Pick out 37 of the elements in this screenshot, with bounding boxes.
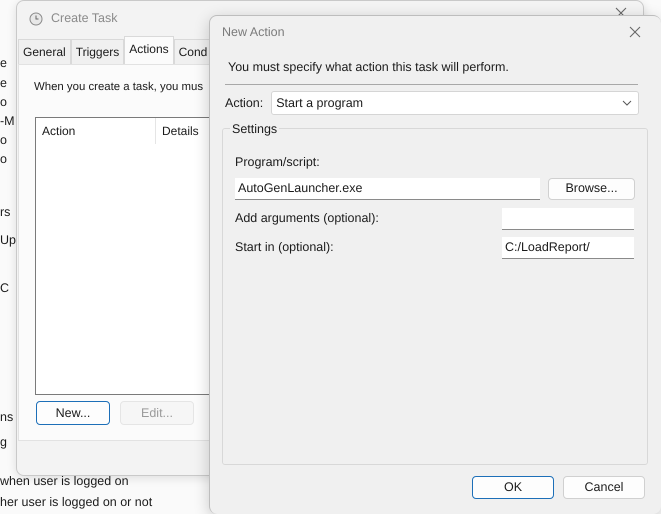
label-fragment: e bbox=[0, 75, 7, 92]
label-fragment: o bbox=[0, 94, 7, 111]
chevron-down-icon bbox=[622, 100, 632, 106]
description-text: When you create a task, you mus bbox=[34, 80, 204, 95]
label-fragment: ns bbox=[0, 409, 14, 426]
clock-icon bbox=[29, 12, 43, 26]
ok-button[interactable]: OK bbox=[472, 476, 554, 499]
program-field[interactable]: AutoGenLauncher.exe bbox=[235, 178, 540, 200]
tab[interactable]: General bbox=[18, 39, 71, 64]
label-fragment: C bbox=[0, 280, 10, 297]
text-field[interactable]: C:/LoadReport/ bbox=[502, 236, 634, 259]
label-fragment: o bbox=[0, 132, 7, 149]
instruction-text: You must specify what action this task will perform. bbox=[225, 48, 638, 85]
label-fragment: Up bbox=[0, 232, 16, 249]
column-header[interactable]: Action bbox=[36, 118, 156, 144]
option-text: when user is logged on bbox=[0, 473, 129, 490]
label-fragment: rs bbox=[0, 204, 10, 221]
field-label: Start in (optional): bbox=[235, 239, 334, 256]
tab[interactable]: Actions bbox=[124, 36, 174, 64]
option-text: her user is logged on or not bbox=[0, 494, 152, 511]
close-icon[interactable] bbox=[629, 26, 641, 38]
label-fragment: g bbox=[0, 434, 7, 451]
tab[interactable]: Triggers bbox=[70, 39, 124, 64]
browse-button[interactable]: Browse... bbox=[548, 178, 635, 200]
action-label: Action: bbox=[225, 94, 264, 112]
field-label: Program/script: bbox=[235, 154, 321, 171]
column-header[interactable]: Details bbox=[156, 118, 205, 144]
new-button[interactable]: New... bbox=[36, 401, 110, 426]
field-label: Add arguments (optional): bbox=[235, 210, 379, 228]
label-fragment: -M bbox=[0, 113, 15, 130]
label-fragment: e bbox=[0, 55, 7, 72]
cancel-button[interactable]: Cancel bbox=[563, 476, 645, 499]
window-title: Create Task bbox=[51, 10, 118, 28]
action-dropdown[interactable]: Start a program bbox=[271, 91, 640, 115]
text-field[interactable] bbox=[502, 208, 634, 230]
label-fragment: o bbox=[0, 151, 7, 168]
window-title: New Action bbox=[222, 24, 285, 41]
